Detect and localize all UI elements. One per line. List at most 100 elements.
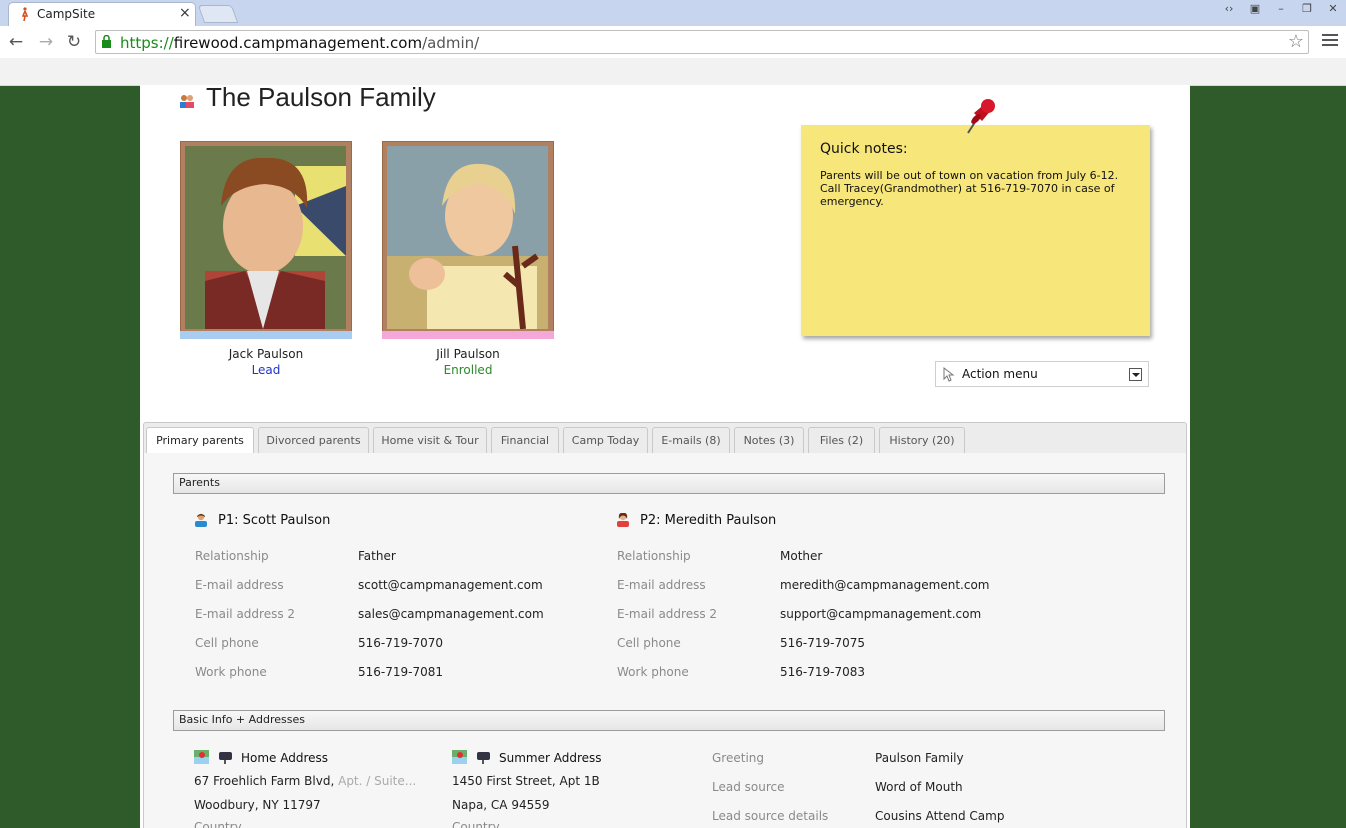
field-label: Cell phone (195, 636, 259, 650)
browser-tab-strip: CampSite × ‹› ▣ – ❐ ✕ (0, 0, 1346, 26)
pushpin-icon (967, 99, 995, 134)
summer-city[interactable]: Napa, CA 94559 (452, 798, 550, 812)
home-street[interactable]: 67 Froehlich Farm Blvd, Apt. / Suite... (194, 774, 416, 788)
campsite-favicon-icon (21, 7, 29, 21)
p2-work-phone[interactable]: 516-719-7083 (780, 665, 865, 679)
greeting-value[interactable]: Paulson Family (875, 751, 964, 765)
field-label: E-mail address (617, 578, 706, 592)
male-parent-icon (195, 513, 207, 527)
field-label: Relationship (195, 549, 269, 563)
summer-address-heading: Summer Address (499, 751, 602, 765)
p2-email-2[interactable]: support@campmanagement.com (780, 607, 981, 621)
browser-tab-campsite[interactable]: CampSite × (8, 2, 196, 26)
tab-history[interactable]: History (20) (879, 427, 965, 454)
forward-icon[interactable]: → (36, 32, 56, 52)
p2-relationship[interactable]: Mother (780, 549, 822, 563)
family-tabs: Primary parents Divorced parents Home vi… (143, 422, 1187, 455)
family-page: The Paulson Family Jack Paulson Lead Jil… (140, 82, 1190, 828)
action-menu-dropdown[interactable]: Action menu (935, 361, 1149, 387)
url-text: https://firewood.campmanagement.com/admi… (120, 34, 479, 52)
mailbox-icon (219, 752, 232, 764)
home-country-label: Country (194, 820, 242, 828)
tab-camp-today[interactable]: Camp Today (563, 427, 648, 454)
home-street-text: 67 Froehlich Farm Blvd, (194, 774, 335, 788)
field-label: E-mail address 2 (617, 607, 718, 621)
cursor-icon (943, 367, 955, 382)
primary-parents-panel: Parents P1: Scott Paulson Relationship E… (143, 453, 1187, 828)
basic-info-section-header: Basic Info + Addresses (173, 710, 1165, 731)
new-tab-button[interactable] (197, 5, 239, 23)
summer-street[interactable]: 1450 First Street, Apt 1B (452, 774, 600, 788)
home-city[interactable]: Woodbury, NY 11797 (194, 798, 321, 812)
suite-placeholder[interactable]: Apt. / Suite... (338, 774, 416, 788)
field-label: Cell phone (617, 636, 681, 650)
field-label: Work phone (195, 665, 267, 679)
parents-section-header: Parents (173, 473, 1165, 494)
field-label: Work phone (617, 665, 689, 679)
url-scheme: https:// (120, 34, 174, 52)
code-icon[interactable]: ‹› (1216, 0, 1242, 18)
tab-financial[interactable]: Financial (491, 427, 559, 454)
field-label: E-mail address 2 (195, 607, 296, 621)
reload-icon[interactable]: ↻ (64, 32, 84, 52)
action-menu-label: Action menu (962, 367, 1038, 381)
home-address-heading: Home Address (241, 751, 329, 765)
field-label: Relationship (617, 549, 691, 563)
chrome-menu-icon[interactable] (1322, 34, 1338, 49)
field-label: E-mail address (195, 578, 284, 592)
close-tab-icon[interactable]: × (179, 5, 191, 21)
url-path: /admin/ (422, 34, 480, 52)
window-controls: ‹› ▣ – ❐ ✕ (1216, 0, 1346, 18)
p1-email-2[interactable]: sales@campmanagement.com (358, 607, 544, 621)
field-label: Greeting (712, 751, 764, 765)
child-photo-jack[interactable] (180, 141, 352, 339)
tab-home-visit-tour[interactable]: Home visit & Tour (373, 427, 487, 454)
lead-source-details-value[interactable]: Cousins Attend Camp (875, 809, 1004, 823)
cast-icon[interactable]: ▣ (1242, 0, 1268, 18)
map-pin-icon (452, 750, 467, 764)
p1-work-phone[interactable]: 516-719-7081 (358, 665, 443, 679)
quick-notes-title: Quick notes: (820, 141, 908, 157)
bookmark-star-icon[interactable]: ☆ (1288, 31, 1304, 52)
family-icon (180, 95, 194, 108)
p1-relationship[interactable]: Father (358, 549, 396, 563)
window-close-icon[interactable]: ✕ (1320, 0, 1346, 18)
quick-notes-sticky[interactable]: Quick notes: Parents will be out of town… (801, 125, 1150, 336)
tab-primary-parents[interactable]: Primary parents (146, 427, 254, 455)
lead-source-value[interactable]: Word of Mouth (875, 780, 963, 794)
photo-accent-bar (382, 331, 554, 339)
child-photo-image (387, 146, 548, 329)
tab-divorced-parents[interactable]: Divorced parents (258, 427, 369, 454)
child-name: Jack Paulson (228, 347, 304, 361)
child-photo-jill[interactable] (382, 141, 554, 339)
p2-cell-phone[interactable]: 516-719-7075 (780, 636, 865, 650)
child-status-link[interactable]: Enrolled (382, 363, 554, 377)
summer-country-label: Country (452, 820, 500, 828)
field-label: Lead source details (712, 809, 829, 823)
female-parent-icon (617, 513, 629, 527)
p2-email[interactable]: meredith@campmanagement.com (780, 578, 989, 592)
bookmarks-bar (0, 58, 1346, 86)
tab-emails[interactable]: E-mails (8) (652, 427, 730, 454)
quick-notes-body: Parents will be out of town on vacation … (820, 169, 1119, 208)
chevron-down-icon[interactable] (1129, 368, 1142, 381)
child-photo-image (185, 146, 346, 329)
browser-tab-title: CampSite (37, 7, 96, 21)
tab-notes[interactable]: Notes (3) (734, 427, 804, 454)
parent2-heading: P2: Meredith Paulson (640, 513, 777, 528)
url-host: firewood.campmanagement.com (173, 34, 423, 52)
minimize-icon[interactable]: – (1268, 0, 1294, 18)
family-title: The Paulson Family (206, 82, 436, 112)
mailbox-icon (477, 752, 490, 764)
back-icon[interactable]: ← (6, 32, 26, 52)
field-label: Lead source (712, 780, 785, 794)
child-name: Jill Paulson (436, 347, 500, 361)
p1-email[interactable]: scott@campmanagement.com (358, 578, 543, 592)
address-bar[interactable]: https://firewood.campmanagement.com/admi… (95, 30, 1309, 54)
parent1-heading: P1: Scott Paulson (218, 513, 331, 528)
restore-icon[interactable]: ❐ (1294, 0, 1320, 18)
p1-cell-phone[interactable]: 516-719-7070 (358, 636, 443, 650)
tab-files[interactable]: Files (2) (808, 427, 875, 454)
child-status-link[interactable]: Lead (180, 363, 352, 377)
lock-icon (102, 35, 111, 48)
